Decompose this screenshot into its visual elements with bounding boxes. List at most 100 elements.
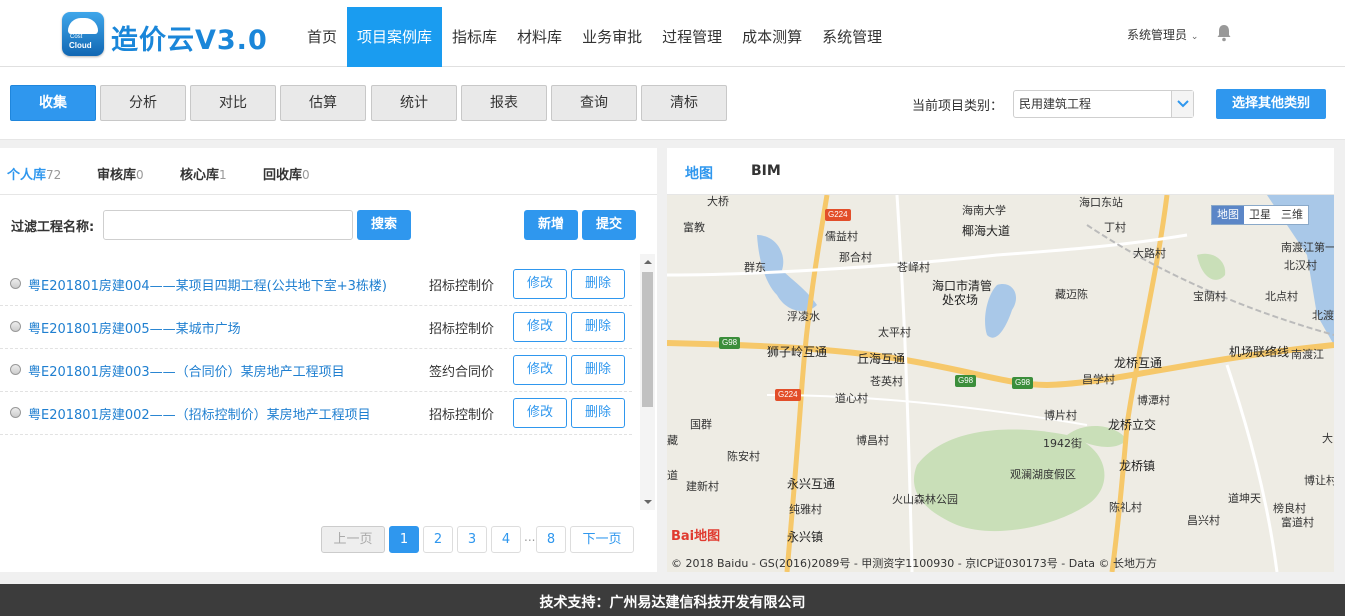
table-row: 粤E201801房建003——（合同价）某房地产工程项目 签约合同价 修改 删除 [0, 349, 632, 392]
top-header: Cost Cloud 造价云V3.0 首页 项目案例库 指标库 材料库 业务审批… [0, 0, 1345, 67]
map-label: 儒益村 [825, 230, 858, 243]
nav-index-library[interactable]: 指标库 [442, 7, 507, 67]
map-label: 大 [1322, 432, 1333, 445]
bell-icon[interactable] [1216, 24, 1232, 42]
next-page-button[interactable]: 下一页 [570, 526, 634, 553]
page-8-button[interactable]: 8 [536, 526, 566, 553]
nav-system-management[interactable]: 系统管理 [812, 7, 892, 67]
analyze-button[interactable]: 分析 [100, 85, 186, 121]
library-tabs: 个人库72 审核库0 核心库1 回收库0 [0, 148, 657, 195]
nav-home[interactable]: 首页 [297, 7, 347, 67]
baidu-logo[interactable]: Bai地图 [671, 525, 720, 544]
user-menu[interactable]: 系统管理员 ⌄ [1127, 26, 1198, 43]
function-toolbar: 收集 分析 对比 估算 统计 报表 查询 清标 当前项目类别： 民用建筑工程 选… [0, 67, 1345, 140]
tab-personal-library[interactable]: 个人库72 [7, 164, 61, 183]
nav-material-library[interactable]: 材料库 [507, 7, 572, 67]
compare-button[interactable]: 对比 [190, 85, 276, 121]
map-label: 苍峄村 [897, 261, 930, 274]
map-label: 永兴互通 [787, 477, 836, 491]
filter-label: 过滤工程名称: [11, 220, 95, 235]
map-panel: 地图 BIM 大桥 富教 儒益村 海南大学 椰海大道 海口东站 丁村 大路村 南… [667, 148, 1334, 572]
map-label: 北汉村 [1284, 259, 1317, 272]
filter-project-name-input[interactable] [103, 210, 353, 240]
map-label: 富道村 [1281, 516, 1314, 529]
category-select[interactable]: 民用建筑工程 [1013, 90, 1194, 118]
tab-bim[interactable]: BIM [751, 163, 781, 179]
map-label: 处农场 [942, 293, 979, 307]
map-label: 博潭村 [1137, 394, 1170, 407]
search-button[interactable]: 搜索 [357, 210, 411, 240]
case-title-link[interactable]: 粤E201801房建005——某城市广场 [28, 318, 241, 337]
row-radio[interactable] [10, 364, 21, 375]
price-type: 招标控制价 [429, 322, 495, 337]
category-dropdown-toggle[interactable] [1171, 91, 1193, 117]
collect-button[interactable]: 收集 [10, 85, 96, 121]
case-title-link[interactable]: 粤E201801房建002——（招标控制价）某房地产工程项目 [28, 404, 371, 423]
delete-button[interactable]: 删除 [571, 398, 625, 428]
report-button[interactable]: 报表 [461, 85, 547, 121]
tab-count: 0 [136, 168, 144, 182]
map-base [667, 195, 1334, 572]
map-type-satellite[interactable]: 卫星 [1244, 206, 1276, 224]
scroll-up-icon[interactable] [644, 260, 652, 264]
case-title-link[interactable]: 粤E201801房建003——（合同价）某房地产工程项目 [28, 361, 345, 380]
select-other-category-button[interactable]: 选择其他类别 [1216, 89, 1326, 119]
map-view[interactable]: 大桥 富教 儒益村 海南大学 椰海大道 海口东站 丁村 大路村 南渡江第一 北汉… [667, 195, 1334, 572]
map-label: 丘海互通 [857, 352, 906, 366]
map-label: 藏迈陈 [1055, 288, 1088, 301]
delete-button[interactable]: 删除 [571, 269, 625, 299]
tab-map[interactable]: 地图 [685, 163, 713, 183]
page-2-button[interactable]: 2 [423, 526, 453, 553]
row-radio[interactable] [10, 407, 21, 418]
prev-page-button[interactable]: 上一页 [321, 526, 385, 553]
add-button[interactable]: 新增 [524, 210, 578, 240]
page-4-button[interactable]: 4 [491, 526, 521, 553]
map-label: 狮子岭互通 [767, 345, 828, 359]
tab-count: 0 [302, 168, 310, 182]
nav-cost-estimation[interactable]: 成本测算 [732, 7, 812, 67]
query-button[interactable]: 查询 [551, 85, 637, 121]
map-label: 大桥 [707, 195, 729, 208]
tab-core-library[interactable]: 核心库1 [180, 164, 227, 183]
clear-bid-button[interactable]: 清标 [641, 85, 727, 121]
highway-shield: G98 [1012, 377, 1034, 389]
map-label: 博片村 [1044, 409, 1077, 422]
estimate-button[interactable]: 估算 [280, 85, 366, 121]
tab-recycle-library[interactable]: 回收库0 [263, 164, 310, 183]
tab-review-library[interactable]: 审核库0 [97, 164, 144, 183]
delete-button[interactable]: 删除 [571, 355, 625, 385]
list-scrollbar[interactable] [640, 254, 655, 510]
highway-shield: G224 [825, 209, 851, 221]
edit-button[interactable]: 修改 [513, 312, 567, 342]
nav-project-case-library[interactable]: 项目案例库 [347, 7, 443, 67]
submit-button[interactable]: 提交 [582, 210, 636, 240]
map-type-3d[interactable]: 三维 [1276, 206, 1308, 224]
delete-button[interactable]: 删除 [571, 312, 625, 342]
tab-label: 审核库 [97, 168, 137, 183]
scroll-thumb[interactable] [642, 272, 653, 407]
row-radio[interactable] [10, 321, 21, 332]
case-title-link[interactable]: 粤E201801房建004——某项目四期工程(公共地下室+3栋楼) [28, 275, 387, 294]
table-row: 粤E201801房建005——某城市广场 招标控制价 修改 删除 [0, 306, 632, 349]
statistics-button[interactable]: 统计 [371, 85, 457, 121]
edit-button[interactable]: 修改 [513, 269, 567, 299]
map-type-map[interactable]: 地图 [1212, 206, 1244, 224]
page-1-button[interactable]: 1 [389, 526, 419, 553]
nav-business-approval[interactable]: 业务审批 [572, 7, 652, 67]
map-label: 那合村 [839, 251, 872, 264]
edit-button[interactable]: 修改 [513, 355, 567, 385]
map-label: 陈礼村 [1109, 501, 1142, 514]
scroll-down-icon[interactable] [644, 500, 652, 504]
app-logo[interactable]: Cost Cloud [62, 12, 104, 56]
map-label: 群东 [744, 261, 766, 274]
page-3-button[interactable]: 3 [457, 526, 487, 553]
map-label: 国群 [690, 418, 712, 431]
edit-button[interactable]: 修改 [513, 398, 567, 428]
map-label: 观澜湖度假区 [1010, 468, 1076, 481]
map-label: 龙桥互通 [1114, 356, 1163, 370]
row-radio[interactable] [10, 278, 21, 289]
price-type: 签约合同价 [429, 365, 495, 380]
case-list-panel: 个人库72 审核库0 核心库1 回收库0 过滤工程名称: 搜索 新增 提交 粤E… [0, 148, 657, 572]
nav-process-management[interactable]: 过程管理 [652, 7, 732, 67]
chevron-down-icon [1177, 100, 1189, 108]
